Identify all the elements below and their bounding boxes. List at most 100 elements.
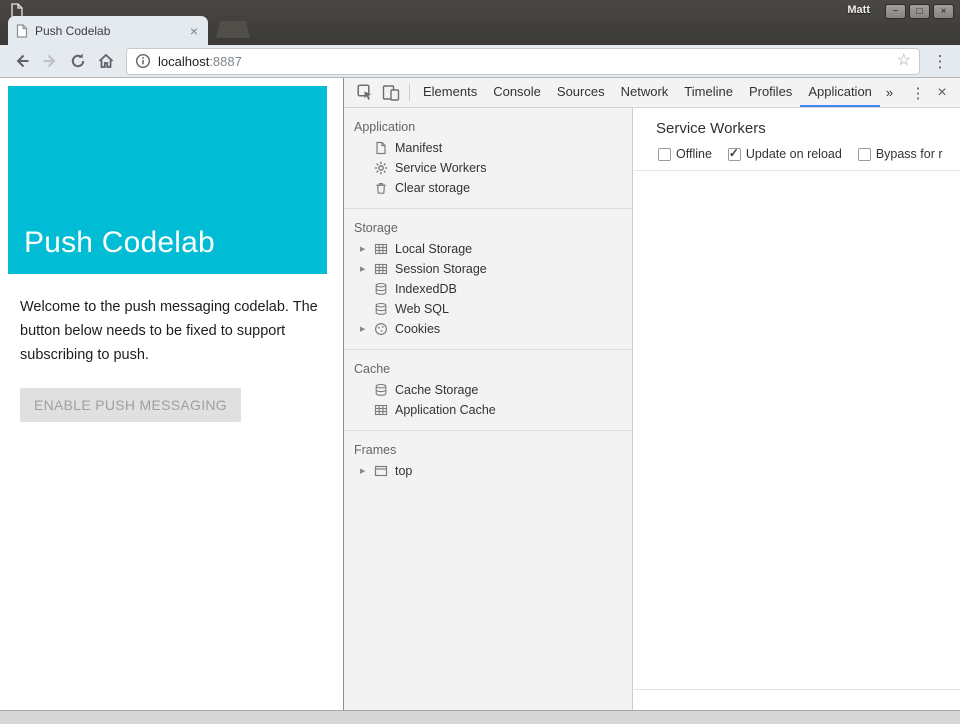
tab-close-icon[interactable]: × xyxy=(188,24,200,38)
forward-arrow-icon xyxy=(41,52,59,70)
section-title: Storage xyxy=(344,217,632,239)
offline-option[interactable]: ✓ Offline xyxy=(658,147,712,161)
session-user-label: Matt xyxy=(847,4,870,16)
sidebar-item-service-workers[interactable]: Service Workers xyxy=(344,158,632,178)
tab-timeline[interactable]: Timeline xyxy=(676,78,741,107)
toolbar-divider xyxy=(409,84,410,101)
forward-button[interactable] xyxy=(36,48,64,74)
reload-button[interactable] xyxy=(64,48,92,74)
tab-application[interactable]: Application xyxy=(800,78,880,107)
minimize-icon: − xyxy=(893,7,899,17)
horizontal-scrollbar[interactable] xyxy=(0,710,960,724)
sidebar-section-storage: Storage ▶ Local Storage ▶ Session Sto xyxy=(344,209,632,350)
disclosure-triangle-icon[interactable]: ▶ xyxy=(360,467,373,475)
device-toolbar-icon xyxy=(382,84,400,101)
devtools-close-icon[interactable]: × xyxy=(930,78,954,107)
sidebar-item-session-storage[interactable]: ▶ Session Storage xyxy=(344,259,632,279)
disclosure-triangle-icon[interactable]: ▶ xyxy=(360,325,373,333)
table-icon xyxy=(373,241,389,257)
checkbox-label[interactable]: Bypass for r xyxy=(876,147,943,161)
sidebar-item-application-cache[interactable]: Application Cache xyxy=(344,400,632,420)
navigation-toolbar: localhost:8887 ☆ ⋮ xyxy=(0,45,960,78)
enable-push-button[interactable]: ENABLE PUSH MESSAGING xyxy=(20,388,241,422)
more-tabs-chevron-icon[interactable]: » xyxy=(880,78,899,107)
home-icon xyxy=(97,52,115,70)
browser-window: Matt − □ × Push Codelab × xyxy=(0,0,960,724)
section-title: Cache xyxy=(344,358,632,380)
service-worker-options: ✓ Offline ✓ Update on reload ✓ Bypass fo… xyxy=(634,137,960,171)
tab-network[interactable]: Network xyxy=(613,78,677,107)
url-port: :8887 xyxy=(209,54,242,69)
new-tab-button[interactable] xyxy=(216,21,250,38)
titlebar: Matt − □ × Push Codelab × xyxy=(0,0,960,45)
inspect-element-button[interactable] xyxy=(352,78,378,107)
tab-elements[interactable]: Elements xyxy=(415,78,485,107)
inspect-cursor-icon xyxy=(357,84,374,101)
reload-icon xyxy=(69,52,87,70)
page-hero-title: Push Codelab xyxy=(24,226,215,260)
content-area: Push Codelab Welcome to the push messagi… xyxy=(0,78,960,710)
maximize-icon: □ xyxy=(916,7,922,17)
devtools-sidebar: Application Manifest Service Worker xyxy=(344,108,633,710)
sidebar-item-local-storage[interactable]: ▶ Local Storage xyxy=(344,239,632,259)
manifest-icon xyxy=(373,140,389,156)
close-icon: × xyxy=(941,7,947,17)
panel-title: Service Workers xyxy=(634,108,960,137)
sidebar-section-cache: Cache Cache Storage Application Cac xyxy=(344,350,632,431)
section-title: Application xyxy=(344,116,632,138)
maximize-button[interactable]: □ xyxy=(909,4,930,19)
table-icon xyxy=(373,402,389,418)
table-icon xyxy=(373,261,389,277)
sidebar-section-frames: Frames ▶ top xyxy=(344,431,632,491)
database-icon xyxy=(373,301,389,317)
sidebar-item-web-sql[interactable]: Web SQL xyxy=(344,299,632,319)
url-address-bar[interactable]: localhost:8887 ☆ xyxy=(126,48,920,75)
cookie-icon xyxy=(373,321,389,337)
bookmark-star-icon[interactable]: ☆ xyxy=(897,53,911,69)
minimize-button[interactable]: − xyxy=(885,4,906,19)
gear-icon xyxy=(373,160,389,176)
bypass-checkbox[interactable]: ✓ xyxy=(858,148,871,161)
bypass-for-network-option[interactable]: ✓ Bypass for r xyxy=(858,147,943,161)
sidebar-item-manifest[interactable]: Manifest xyxy=(344,138,632,158)
sidebar-item-cookies[interactable]: ▶ Cookies xyxy=(344,319,632,339)
update-on-reload-checkbox[interactable]: ✓ xyxy=(728,148,741,161)
url-text: localhost:8887 xyxy=(158,54,242,69)
devtools-menu-icon[interactable]: ⋮ xyxy=(906,78,930,107)
site-info-icon[interactable] xyxy=(135,53,151,69)
sidebar-item-indexeddb[interactable]: IndexedDB xyxy=(344,279,632,299)
panel-footer-divider xyxy=(634,689,960,690)
sidebar-item-top-frame[interactable]: ▶ top xyxy=(344,461,632,481)
sidebar-item-clear-storage[interactable]: Clear storage xyxy=(344,178,632,198)
check-icon: ✓ xyxy=(729,146,739,160)
disclosure-triangle-icon[interactable]: ▶ xyxy=(360,245,373,253)
browser-tab[interactable]: Push Codelab × xyxy=(8,16,208,45)
update-on-reload-option[interactable]: ✓ Update on reload xyxy=(728,147,842,161)
url-host: localhost xyxy=(158,54,209,69)
window-controls: − □ × xyxy=(885,4,954,19)
checkbox-label[interactable]: Offline xyxy=(676,147,712,161)
browser-menu-icon[interactable]: ⋮ xyxy=(928,53,952,70)
checkbox-label[interactable]: Update on reload xyxy=(746,147,842,161)
database-icon xyxy=(373,382,389,398)
home-button[interactable] xyxy=(92,48,120,74)
sidebar-section-application: Application Manifest Service Worker xyxy=(344,108,632,209)
tab-sources[interactable]: Sources xyxy=(549,78,613,107)
database-icon xyxy=(373,281,389,297)
back-button[interactable] xyxy=(8,48,36,74)
sidebar-item-cache-storage[interactable]: Cache Storage xyxy=(344,380,632,400)
close-button[interactable]: × xyxy=(933,4,954,19)
trash-icon xyxy=(373,180,389,196)
frame-icon xyxy=(373,463,389,479)
tab-favicon-icon xyxy=(16,24,28,38)
tab-console[interactable]: Console xyxy=(485,78,549,107)
devtools-toolbar: Elements Console Sources Network Timelin… xyxy=(344,78,960,108)
back-arrow-icon xyxy=(13,52,31,70)
service-workers-pane: Service Workers ✓ Offline ✓ Update on re… xyxy=(634,108,960,710)
tab-profiles[interactable]: Profiles xyxy=(741,78,800,107)
section-title: Frames xyxy=(344,439,632,461)
disclosure-triangle-icon[interactable]: ▶ xyxy=(360,265,373,273)
device-toolbar-button[interactable] xyxy=(378,78,404,107)
offline-checkbox[interactable]: ✓ xyxy=(658,148,671,161)
page-intro-text: Welcome to the push messaging codelab. T… xyxy=(20,295,323,367)
